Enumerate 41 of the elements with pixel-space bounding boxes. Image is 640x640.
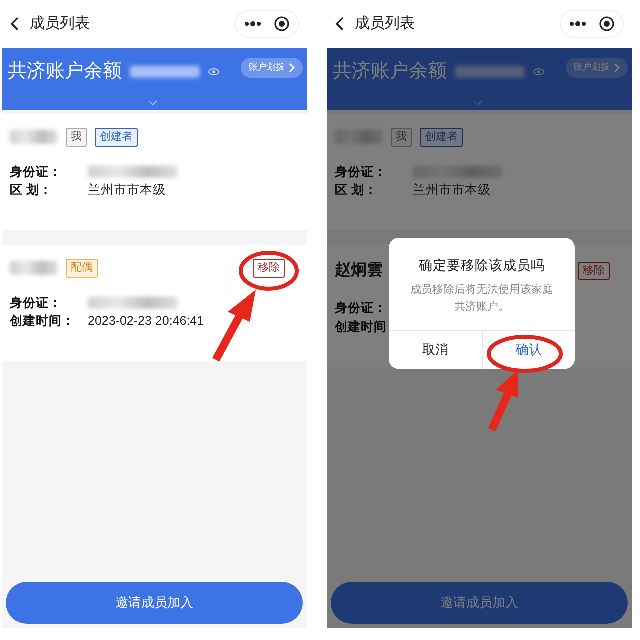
banner-title: 共济账户余额 bbox=[333, 60, 447, 84]
member-tag: 我 bbox=[66, 128, 87, 146]
member-tag: 配偶 bbox=[66, 259, 98, 278]
chevron-right-icon bbox=[289, 62, 295, 73]
chevron-right-icon bbox=[614, 62, 620, 73]
dialog-title: 确定要移除该成员吗 bbox=[418, 257, 546, 275]
target-icon[interactable] bbox=[274, 16, 290, 32]
eye-icon[interactable] bbox=[208, 68, 220, 76]
chevron-down-icon bbox=[148, 100, 158, 106]
member-name: 赵炯雲 bbox=[335, 260, 383, 281]
back-icon[interactable] bbox=[335, 16, 345, 32]
remove-button[interactable]: 移除 bbox=[253, 259, 285, 278]
remove-button[interactable]: 移除 bbox=[578, 262, 610, 280]
field-label: 创建时间： bbox=[10, 313, 76, 330]
page-title: 成员列表 bbox=[30, 14, 90, 34]
field-label: 身份证： bbox=[335, 300, 388, 317]
field-label: 身份证： bbox=[335, 164, 388, 180]
page-title: 成员列表 bbox=[355, 14, 415, 34]
member-tag: 创建者 bbox=[95, 128, 138, 146]
annotation-circle bbox=[238, 250, 300, 292]
field-value: 2023-02-23 20:46:41 bbox=[88, 313, 204, 330]
more-icon[interactable] bbox=[244, 21, 262, 27]
member-tag: 创建者 bbox=[420, 128, 463, 146]
invite-button[interactable]: 邀请成员加入 bbox=[331, 582, 628, 624]
target-icon[interactable] bbox=[599, 16, 615, 32]
member-tag: 我 bbox=[391, 128, 412, 146]
cancel-button[interactable]: 取消 bbox=[389, 330, 482, 369]
field-label: 创建时间 bbox=[335, 318, 388, 336]
chevron-down-icon bbox=[473, 100, 483, 106]
back-icon[interactable] bbox=[10, 16, 20, 32]
banner-title: 共济账户余额 bbox=[8, 60, 122, 84]
field-label: 区 划： bbox=[335, 182, 378, 200]
transfer-button[interactable]: 账户划拨 bbox=[241, 58, 303, 78]
more-icon[interactable] bbox=[569, 21, 587, 27]
field-label: 身份证： bbox=[10, 294, 63, 312]
field-value: 兰州市市本级 bbox=[413, 182, 491, 200]
invite-button[interactable]: 邀请成员加入 bbox=[6, 582, 303, 624]
field-label: 区 划： bbox=[10, 182, 54, 200]
dialog-message: 成员移除后将无法使用该家庭共济账户。 bbox=[410, 282, 554, 316]
field-label: 身份证： bbox=[10, 164, 63, 180]
field-value: 兰州市市本级 bbox=[88, 182, 166, 200]
